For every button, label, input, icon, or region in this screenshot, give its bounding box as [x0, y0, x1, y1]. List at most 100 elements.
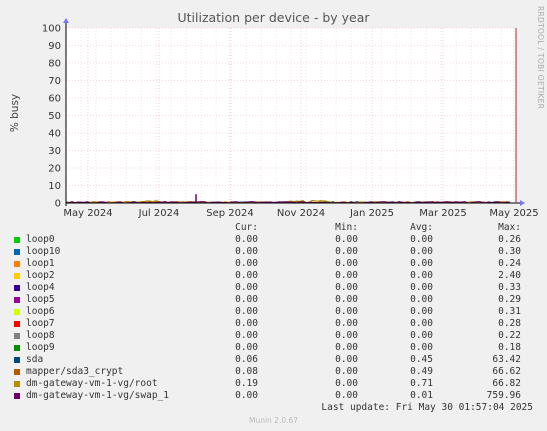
legend-cur-value: 0.00 — [235, 306, 258, 317]
legend-row: dm-gateway-vm-1-vg/swap_1 0.00 0.00 0.01 759… — [0, 390, 547, 402]
legend-cur-value: 0.00 — [235, 390, 258, 401]
legend-cur-value: 0.00 — [235, 246, 258, 257]
y-tick-label: 90 — [48, 41, 61, 52]
legend-swatch — [14, 285, 20, 291]
y-tick-label: 10 — [48, 181, 61, 192]
legend-max-value: 0.18 — [498, 342, 521, 353]
legend-min-value: 0.00 — [335, 234, 358, 245]
legend-avg-value: 0.00 — [410, 330, 433, 341]
munin-version: Munin 2.0.67 — [248, 416, 299, 425]
legend-max-value: 66.82 — [492, 378, 521, 389]
last-update: Last update: Fri May 30 01:57:04 2025 — [321, 402, 533, 413]
legend-series-name: loop0 — [26, 234, 55, 245]
legend-header-cur: Cur: — [235, 222, 258, 233]
legend-swatch — [14, 369, 20, 375]
legend-row: mapper/sda3_crypt 0.08 0.00 0.49 66.62 — [0, 366, 547, 378]
legend-avg-value: 0.00 — [410, 306, 433, 317]
legend-max-value: 0.33 — [498, 282, 521, 293]
legend-swatch — [14, 345, 20, 351]
legend-min-value: 0.00 — [335, 318, 358, 329]
legend-row: loop10 0.00 0.00 0.00 0.30 — [0, 246, 547, 258]
legend-swatch — [14, 297, 20, 303]
legend-swatch — [14, 321, 20, 327]
legend-header-avg: Avg: — [410, 222, 433, 233]
legend-row: loop8 0.00 0.00 0.00 0.22 — [0, 330, 547, 342]
legend-cur-value: 0.00 — [235, 282, 258, 293]
legend-cur-value: 0.00 — [235, 342, 258, 353]
legend-cur-value: 0.00 — [235, 294, 258, 305]
legend-avg-value: 0.45 — [410, 354, 433, 365]
y-tick-label: 0 — [55, 199, 61, 210]
legend-min-value: 0.00 — [335, 366, 358, 377]
legend-cur-value: 0.06 — [235, 354, 258, 365]
legend-max-value: 0.28 — [498, 318, 521, 329]
legend-row: loop1 0.00 0.00 0.00 0.24 — [0, 258, 547, 270]
legend-swatch — [14, 261, 20, 267]
legend-max-value: 66.62 — [492, 366, 521, 377]
legend-series-name: mapper/sda3_crypt — [26, 366, 124, 377]
legend-max-value: 0.24 — [498, 258, 521, 269]
legend-avg-value: 0.49 — [410, 366, 433, 377]
legend-swatch — [14, 381, 20, 387]
legend-cur-value: 0.08 — [235, 366, 258, 377]
y-tick-label: 50 — [48, 111, 61, 122]
legend-cur-value: 0.00 — [235, 234, 258, 245]
legend-row: loop7 0.00 0.00 0.00 0.28 — [0, 318, 547, 330]
legend-swatch — [14, 393, 20, 399]
legend-series-name: sda — [26, 354, 44, 365]
legend-swatch — [14, 249, 20, 255]
legend-max-value: 0.30 — [498, 246, 521, 257]
legend-avg-value: 0.71 — [410, 378, 433, 389]
legend-cur-value: 0.00 — [235, 330, 258, 341]
x-tick-label: Nov 2024 — [277, 208, 325, 219]
y-tick-label: 30 — [48, 146, 61, 157]
y-tick-label: 100 — [42, 24, 61, 35]
legend-min-value: 0.00 — [335, 342, 358, 353]
legend-min-value: 0.00 — [335, 258, 358, 269]
legend-min-value: 0.00 — [335, 270, 358, 281]
chart-plot: 0 10 20 30 40 50 60 70 80 90 100 May 2024 Jul 2024 Se… — [42, 18, 539, 219]
legend-max-value: 2.40 — [498, 270, 521, 281]
legend-series-name: loop7 — [26, 318, 55, 329]
legend-series-name: loop9 — [26, 342, 55, 353]
legend-min-value: 0.00 — [335, 390, 358, 401]
legend-series-name: loop4 — [26, 282, 55, 293]
y-tick-label: 70 — [48, 76, 61, 87]
legend-avg-value: 0.00 — [410, 246, 433, 257]
legend-min-value: 0.00 — [335, 282, 358, 293]
legend-swatch — [14, 273, 20, 279]
legend-cur-value: 0.19 — [235, 378, 258, 389]
legend-row: loop5 0.00 0.00 0.00 0.29 — [0, 294, 547, 306]
legend-swatch — [14, 357, 20, 363]
legend-series-name: loop10 — [26, 246, 61, 257]
legend-swatch — [14, 309, 20, 315]
legend-row: sda 0.06 0.00 0.45 63.42 — [0, 354, 547, 366]
legend-max-value: 0.26 — [498, 234, 521, 245]
legend-series-name: dm-gateway-vm-1-vg/root — [26, 378, 158, 389]
legend-avg-value: 0.00 — [410, 258, 433, 269]
x-tick-label: Jul 2024 — [138, 208, 180, 219]
legend-max-value: 0.29 — [498, 294, 521, 305]
legend-min-value: 0.00 — [335, 306, 358, 317]
legend-avg-value: 0.00 — [410, 270, 433, 281]
y-tick-label: 60 — [48, 94, 61, 105]
legend-avg-value: 0.00 — [410, 294, 433, 305]
legend-series-name: dm-gateway-vm-1-vg/swap_1 — [26, 390, 169, 401]
legend-min-value: 0.00 — [335, 354, 358, 365]
legend-row: loop4 0.00 0.00 0.00 0.33 — [0, 282, 547, 294]
legend-cur-value: 0.00 — [235, 270, 258, 281]
legend-series-name: loop2 — [26, 270, 55, 281]
legend-max-value: 0.31 — [498, 306, 521, 317]
legend-min-value: 0.00 — [335, 330, 358, 341]
legend-cur-value: 0.00 — [235, 318, 258, 329]
legend-series-name: loop6 — [26, 306, 55, 317]
x-tick-label: May 2025 — [489, 208, 538, 219]
x-axis-arrow — [520, 200, 525, 206]
legend-series-name: loop1 — [26, 258, 55, 269]
legend-swatch — [14, 333, 20, 339]
legend-header-min: Min: — [335, 222, 358, 233]
legend-row: loop2 0.00 0.00 0.00 2.40 — [0, 270, 547, 282]
y-tick-label: 40 — [48, 129, 61, 140]
legend-row: loop6 0.00 0.00 0.00 0.31 — [0, 306, 547, 318]
x-tick-label: Jan 2025 — [349, 208, 394, 219]
